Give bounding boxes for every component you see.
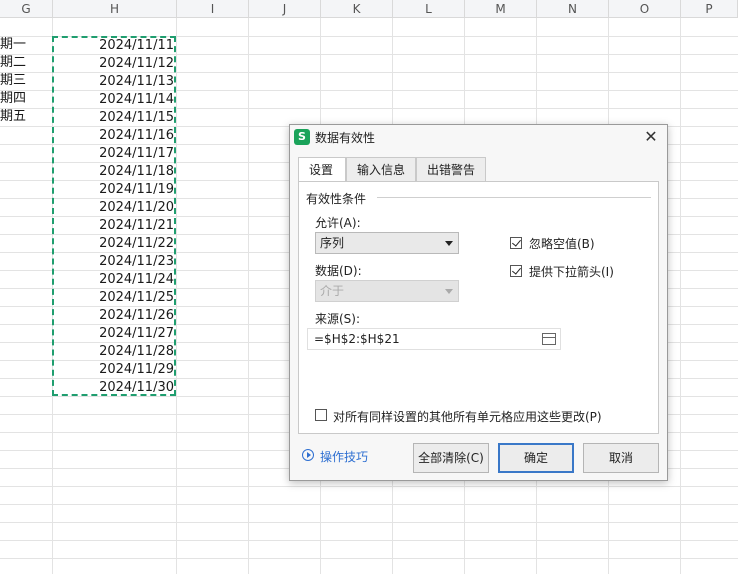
column-header-l[interactable]: L (393, 0, 465, 18)
date-cell[interactable]: 2024/11/20 (54, 199, 174, 217)
in-cell-dropdown-label: 提供下拉箭头(I) (529, 265, 614, 279)
range-select-icon[interactable] (542, 333, 556, 345)
in-cell-dropdown-checkbox[interactable] (510, 265, 522, 277)
grid-line-horizontal (0, 522, 738, 523)
data-select: 介于 (315, 280, 459, 302)
date-cell[interactable]: 2024/11/23 (54, 253, 174, 271)
date-cell[interactable]: 2024/11/14 (54, 91, 174, 109)
date-cell[interactable]: 2024/11/11 (54, 37, 174, 55)
close-icon[interactable]: ✕ (641, 127, 661, 147)
weekday-cell[interactable]: 期二 (0, 54, 52, 72)
date-cell[interactable]: 2024/11/25 (54, 289, 174, 307)
date-cell[interactable]: 2024/11/30 (54, 379, 174, 397)
data-select-value: 介于 (320, 284, 345, 298)
date-cell[interactable]: 2024/11/26 (54, 307, 174, 325)
source-input-value: =$H$2:$H$21 (314, 332, 400, 346)
weekday-cell[interactable]: 期一 (0, 36, 52, 54)
column-header-g[interactable]: G (0, 0, 53, 18)
ok-button[interactable]: 确定 (498, 443, 574, 473)
column-header-i[interactable]: I (177, 0, 249, 18)
date-cell[interactable]: 2024/11/29 (54, 361, 174, 379)
date-cell[interactable]: 2024/11/28 (54, 343, 174, 361)
wps-app-icon: S (294, 129, 310, 145)
cancel-button[interactable]: 取消 (583, 443, 659, 473)
check-icon (512, 265, 521, 275)
column-header-p[interactable]: P (681, 0, 738, 18)
dialog-title: 数据有效性 (315, 131, 376, 145)
date-cell[interactable]: 2024/11/21 (54, 217, 174, 235)
allow-select[interactable]: 序列 (315, 232, 459, 254)
ignore-blank-checkbox[interactable] (510, 237, 522, 249)
date-cell[interactable]: 2024/11/17 (54, 145, 174, 163)
date-cell[interactable]: 2024/11/22 (54, 235, 174, 253)
grid-line-vertical (176, 18, 177, 574)
weekday-cell[interactable]: 期五 (0, 108, 52, 126)
grid-line-horizontal (0, 540, 738, 541)
grid-line-vertical (680, 18, 681, 574)
date-cell[interactable]: 2024/11/18 (54, 163, 174, 181)
tab-settings[interactable]: 设置 (298, 157, 346, 182)
column-header-o[interactable]: O (609, 0, 681, 18)
allow-label: 允许(A): (315, 216, 361, 230)
grid-line-vertical (52, 18, 53, 574)
column-header-h[interactable]: H (53, 0, 177, 18)
grid-line-vertical (248, 18, 249, 574)
date-cell[interactable]: 2024/11/27 (54, 325, 174, 343)
weekday-cell[interactable]: 期三 (0, 72, 52, 90)
column-header-n[interactable]: N (537, 0, 609, 18)
source-input[interactable]: =$H$2:$H$21 (307, 328, 561, 350)
weekday-cell[interactable]: 期四 (0, 90, 52, 108)
date-cell[interactable]: 2024/11/12 (54, 55, 174, 73)
chevron-down-icon (445, 241, 453, 246)
ignore-blank-label: 忽略空值(B) (529, 237, 595, 251)
date-cell[interactable]: 2024/11/15 (54, 109, 174, 127)
column-header-j[interactable]: J (249, 0, 321, 18)
column-header-k[interactable]: K (321, 0, 393, 18)
date-cell[interactable]: 2024/11/24 (54, 271, 174, 289)
allow-select-value: 序列 (320, 236, 345, 250)
data-validation-dialog: S 数据有效性 ✕ 设置 输入信息 出错警告 有效性条件 允许(A): 序列 忽… (289, 124, 668, 481)
apply-all-checkbox[interactable] (315, 409, 327, 421)
group-divider (377, 197, 651, 198)
tab-error-alert[interactable]: 出错警告 (416, 157, 486, 181)
tab-input-message[interactable]: 输入信息 (346, 157, 416, 181)
source-label: 来源(S): (315, 312, 361, 326)
apply-all-label: 对所有同样设置的其他所有单元格应用这些更改(P) (333, 410, 602, 424)
tips-label: 操作技巧 (320, 450, 369, 464)
grid-line-horizontal (0, 486, 738, 487)
dialog-titlebar[interactable]: S 数据有效性 ✕ (290, 125, 667, 149)
grid-line-horizontal (0, 504, 738, 505)
column-header-m[interactable]: M (465, 0, 537, 18)
date-cell[interactable]: 2024/11/16 (54, 127, 174, 145)
group-title: 有效性条件 (306, 190, 371, 207)
clear-all-button[interactable]: 全部清除(C) (413, 443, 489, 473)
date-cell[interactable]: 2024/11/13 (54, 73, 174, 91)
grid-line-horizontal (0, 558, 738, 559)
data-label: 数据(D): (315, 264, 362, 278)
date-cell[interactable]: 2024/11/19 (54, 181, 174, 199)
chevron-down-icon (445, 289, 453, 294)
check-icon (512, 237, 521, 247)
settings-panel: 有效性条件 允许(A): 序列 忽略空值(B) 提供下拉箭头(I) 数据(D):… (298, 181, 659, 434)
play-circle-icon (302, 449, 314, 461)
